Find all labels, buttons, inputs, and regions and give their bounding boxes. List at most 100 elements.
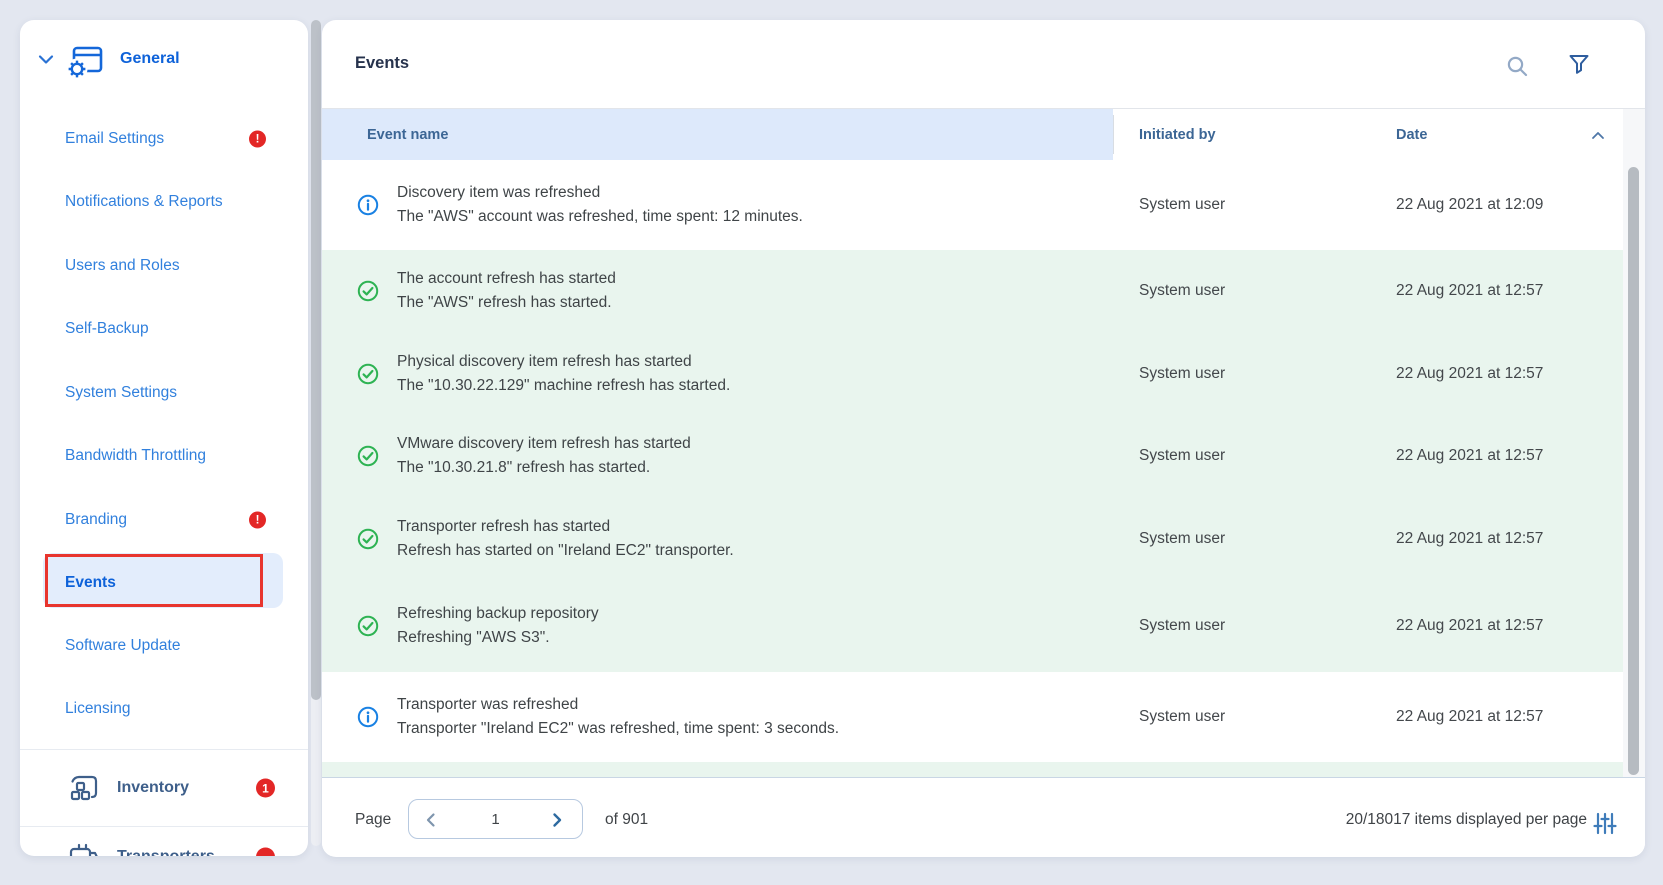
filter-icon[interactable] bbox=[1567, 52, 1591, 76]
sidebar-item-events[interactable]: Events bbox=[20, 561, 308, 605]
general-settings-icon bbox=[66, 45, 104, 79]
sidebar-item-users-and-roles[interactable]: Users and Roles bbox=[20, 244, 308, 288]
info-icon bbox=[357, 706, 379, 728]
sidebar: General Email Settings ! Notifications &… bbox=[20, 20, 308, 856]
page-label: Page bbox=[355, 811, 391, 829]
table-row: The account refresh has started The "AWS… bbox=[322, 250, 1623, 332]
event-cell: Discovery item was refreshed The "AWS" a… bbox=[397, 181, 803, 229]
alert-badge: ! bbox=[249, 512, 266, 529]
sidebar-item-self-backup[interactable]: Self-Backup bbox=[20, 307, 308, 351]
initiated-by-cell: System user bbox=[1139, 447, 1225, 465]
sidebar-section-label: Inventory bbox=[117, 779, 189, 797]
count-badge bbox=[256, 848, 275, 857]
sidebar-item-label: Self-Backup bbox=[65, 320, 149, 338]
event-description: The "10.30.22.129" machine refresh has s… bbox=[397, 374, 730, 398]
pagination-bar: Page 1 of 901 20/18017 items displayed p… bbox=[322, 777, 1645, 856]
event-description: Transporter "Ireland EC2" was refreshed,… bbox=[397, 717, 839, 741]
table-row: VMware discovery item refresh has starte… bbox=[322, 415, 1623, 497]
panel-title-bar: Events bbox=[322, 20, 1645, 109]
event-cell: VMware discovery item refresh has starte… bbox=[397, 432, 691, 480]
initiated-by-cell: System user bbox=[1139, 530, 1225, 548]
success-icon bbox=[357, 445, 379, 467]
count-badge: 1 bbox=[256, 779, 275, 798]
event-cell: Refreshing backup repository Refreshing … bbox=[397, 602, 599, 650]
initiated-by-cell: System user bbox=[1139, 282, 1225, 300]
table-row: Refreshing backup repository Refreshing … bbox=[322, 580, 1623, 672]
sidebar-item-label: System Settings bbox=[65, 384, 177, 402]
sidebar-item-bandwidth-throttling[interactable]: Bandwidth Throttling bbox=[20, 434, 308, 478]
success-icon bbox=[357, 615, 379, 637]
per-page-settings-icon[interactable] bbox=[1592, 810, 1618, 836]
sidebar-item-label: Licensing bbox=[65, 700, 131, 718]
column-header-date[interactable]: Date bbox=[1396, 127, 1427, 143]
table-row: Physical discovery item refresh has star… bbox=[322, 332, 1623, 415]
event-title: Transporter was refreshed bbox=[397, 693, 839, 717]
event-title: The account refresh has started bbox=[397, 267, 616, 291]
date-cell: 22 Aug 2021 at 12:09 bbox=[1396, 196, 1543, 214]
sidebar-item-transporters[interactable]: Transporters bbox=[20, 835, 308, 856]
table-row: Transporter refresh has started Refresh … bbox=[322, 497, 1623, 580]
sidebar-group-general[interactable]: General bbox=[20, 38, 308, 86]
page-total-label: of 901 bbox=[605, 811, 648, 829]
chevron-down-icon bbox=[38, 54, 54, 65]
event-description: Refresh has started on "Ireland EC2" tra… bbox=[397, 539, 734, 563]
table-row: Discovery item was refreshed The "AWS" a… bbox=[322, 160, 1623, 250]
table-scrollbar-thumb[interactable] bbox=[1628, 167, 1639, 775]
sidebar-item-software-update[interactable]: Software Update bbox=[20, 624, 308, 668]
next-page-button[interactable] bbox=[550, 812, 564, 828]
sidebar-item-label: Users and Roles bbox=[65, 257, 180, 275]
event-description: Refreshing "AWS S3". bbox=[397, 626, 599, 650]
date-cell: 22 Aug 2021 at 12:57 bbox=[1396, 447, 1543, 465]
alert-badge: ! bbox=[249, 131, 266, 148]
sidebar-item-licensing[interactable]: Licensing bbox=[20, 687, 308, 731]
date-cell: 22 Aug 2021 at 12:57 bbox=[1396, 365, 1543, 383]
event-title: Transporter refresh has started bbox=[397, 515, 734, 539]
event-title: Refreshing backup repository bbox=[397, 602, 599, 626]
sidebar-item-branding[interactable]: Branding ! bbox=[20, 498, 308, 542]
partial-table-row bbox=[322, 762, 1623, 777]
sort-ascending-icon[interactable] bbox=[1591, 131, 1605, 140]
sidebar-scrollbar-thumb[interactable] bbox=[311, 20, 321, 700]
items-per-page-label: 20/18017 items displayed per page bbox=[1346, 811, 1587, 829]
table-header-row: Event name Initiated by Date bbox=[322, 109, 1645, 160]
initiated-by-cell: System user bbox=[1139, 708, 1225, 726]
date-cell: 22 Aug 2021 at 12:57 bbox=[1396, 617, 1543, 635]
table-row: Transporter was refreshed Transporter "I… bbox=[322, 672, 1623, 762]
info-icon bbox=[357, 194, 379, 216]
table-scrollbar[interactable] bbox=[1623, 109, 1645, 777]
sidebar-item-label: Bandwidth Throttling bbox=[65, 447, 206, 465]
events-panel: Events Event name Initiated by Date Disc… bbox=[322, 20, 1645, 857]
page-background: General Email Settings ! Notifications &… bbox=[0, 0, 1663, 885]
sidebar-item-label: Events bbox=[65, 574, 116, 592]
initiated-by-cell: System user bbox=[1139, 617, 1225, 635]
column-header-initiated-by[interactable]: Initiated by bbox=[1139, 127, 1216, 143]
inventory-icon bbox=[68, 773, 100, 803]
event-title: Discovery item was refreshed bbox=[397, 181, 803, 205]
sidebar-item-system-settings[interactable]: System Settings bbox=[20, 371, 308, 415]
sidebar-group-label: General bbox=[120, 50, 180, 68]
sidebar-item-email-settings[interactable]: Email Settings ! bbox=[20, 117, 308, 161]
sidebar-item-label: Software Update bbox=[65, 637, 180, 655]
date-cell: 22 Aug 2021 at 12:57 bbox=[1396, 530, 1543, 548]
event-cell: Physical discovery item refresh has star… bbox=[397, 350, 730, 398]
sidebar-scrollbar[interactable] bbox=[311, 20, 321, 846]
sidebar-item-label: Branding bbox=[65, 511, 127, 529]
divider bbox=[20, 749, 308, 750]
event-description: The "AWS" refresh has started. bbox=[397, 291, 616, 315]
sidebar-item-inventory[interactable]: Inventory 1 bbox=[20, 766, 308, 810]
sidebar-item-label: Notifications & Reports bbox=[65, 193, 223, 211]
success-icon bbox=[357, 528, 379, 550]
search-icon[interactable] bbox=[1505, 54, 1529, 78]
sidebar-section-label: Transporters bbox=[117, 848, 215, 856]
date-cell: 22 Aug 2021 at 12:57 bbox=[1396, 708, 1543, 726]
event-description: The "AWS" account was refreshed, time sp… bbox=[397, 205, 803, 229]
page-title: Events bbox=[355, 54, 409, 73]
event-cell: The account refresh has started The "AWS… bbox=[397, 267, 616, 315]
sidebar-item-notifications-reports[interactable]: Notifications & Reports bbox=[20, 180, 308, 224]
event-cell: Transporter was refreshed Transporter "I… bbox=[397, 693, 839, 741]
column-header-event-name[interactable]: Event name bbox=[322, 109, 1113, 160]
event-title: VMware discovery item refresh has starte… bbox=[397, 432, 691, 456]
event-title: Physical discovery item refresh has star… bbox=[397, 350, 730, 374]
event-cell: Transporter refresh has started Refresh … bbox=[397, 515, 734, 563]
event-description: The "10.30.21.8" refresh has started. bbox=[397, 456, 691, 480]
